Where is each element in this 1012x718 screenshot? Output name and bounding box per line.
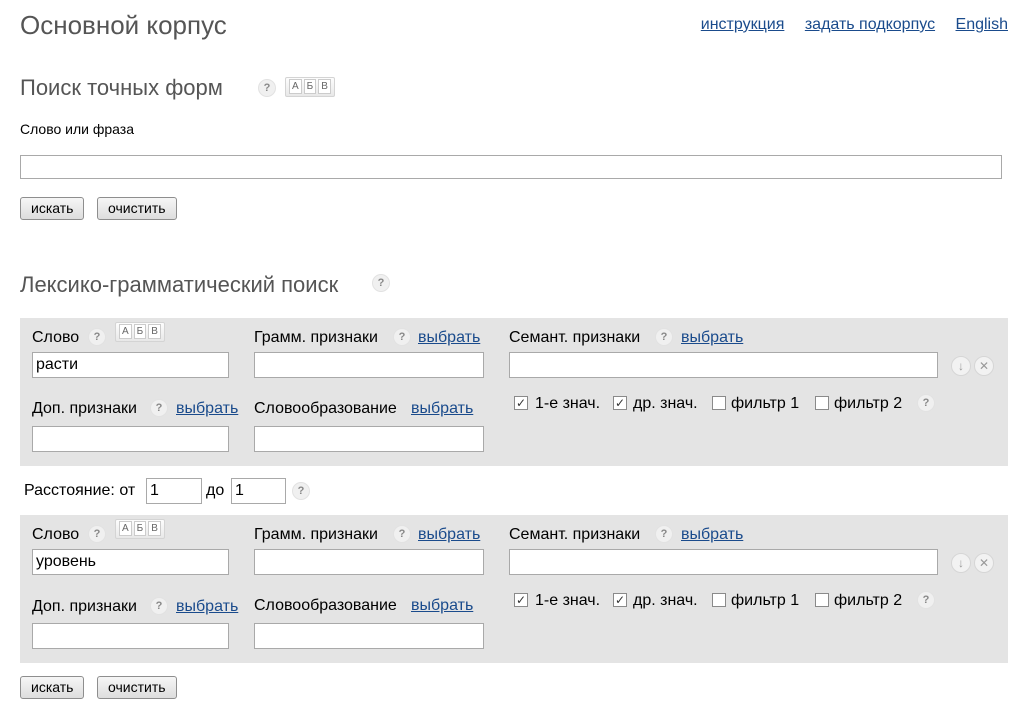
checkbox-label: фильтр 2 (834, 395, 903, 412)
instruction-link[interactable]: инструкция (701, 16, 785, 33)
filter-help-icon[interactable]: ? (917, 591, 935, 609)
keyboard-icon[interactable]: АБВ (115, 519, 165, 539)
subcorpus-link[interactable]: задать подкорпус (805, 16, 935, 33)
sem-choose-link[interactable]: выбрать (681, 526, 743, 544)
sem-help-icon[interactable]: ? (655, 328, 673, 346)
distance-to-label: до (206, 482, 225, 499)
word-block-2: Слово ? АБВ Грамм. признаки ? выбрать Се… (20, 515, 1008, 663)
gram-help-icon[interactable]: ? (393, 525, 411, 543)
checkbox-other-meaning[interactable]: ✓ (613, 593, 627, 607)
lexgram-search-title: Лексико-грамматический поиск (20, 272, 339, 297)
checkbox-label: фильтр 1 (731, 395, 800, 412)
checkbox-filter-1[interactable] (712, 396, 726, 410)
gram-choose-link[interactable]: выбрать (418, 526, 480, 544)
distance-help-icon[interactable]: ? (292, 482, 310, 500)
page-title: Основной корпус (20, 10, 227, 40)
filter-help-icon[interactable]: ? (917, 394, 935, 412)
gram-input[interactable] (254, 352, 484, 378)
close-icon[interactable]: ✕ (974, 553, 994, 573)
add-label: Доп. признаки (32, 400, 137, 417)
exact-search-button[interactable]: искать (20, 197, 85, 220)
gram-label: Грамм. признаки (254, 329, 378, 346)
add-choose-link[interactable]: выбрать (176, 400, 238, 418)
arrow-down-icon[interactable]: ↓ (951, 553, 971, 573)
checkbox-label: фильтр 1 (731, 592, 800, 609)
close-icon[interactable]: ✕ (974, 356, 994, 376)
distance-from-input[interactable] (146, 478, 202, 504)
distance-to-input[interactable] (231, 478, 286, 504)
checkbox-first-meaning[interactable]: ✓ (514, 396, 528, 410)
english-link[interactable]: English (956, 16, 1008, 33)
exact-search-input[interactable] (20, 155, 1002, 179)
keyboard-icon[interactable]: АБВ (115, 322, 165, 342)
word-help-icon[interactable]: ? (88, 328, 106, 346)
add-help-icon[interactable]: ? (150, 597, 168, 615)
word-label: Слово (32, 526, 80, 543)
deriv-choose-link[interactable]: выбрать (411, 597, 473, 615)
lexgram-search-button[interactable]: искать (20, 676, 85, 699)
exact-field-label: Слово или фраза (20, 121, 135, 137)
add-input[interactable] (32, 426, 229, 452)
gram-help-icon[interactable]: ? (393, 328, 411, 346)
deriv-input[interactable] (254, 426, 484, 452)
sem-label: Семант. признаки (509, 526, 641, 543)
add-help-icon[interactable]: ? (150, 399, 168, 417)
sem-choose-link[interactable]: выбрать (681, 329, 743, 347)
exact-clear-button[interactable]: очистить (97, 197, 177, 220)
sem-label: Семант. признаки (509, 329, 641, 346)
gram-choose-link[interactable]: выбрать (418, 329, 480, 347)
gram-label: Грамм. признаки (254, 526, 378, 543)
sem-input[interactable] (509, 549, 938, 575)
distance-label: Расстояние: от (24, 482, 136, 499)
word-help-icon[interactable]: ? (88, 525, 106, 543)
checkbox-filter-2[interactable] (815, 593, 829, 607)
deriv-input[interactable] (254, 623, 484, 649)
sem-input[interactable] (509, 352, 938, 378)
checkbox-label: 1-е знач. (535, 395, 601, 412)
deriv-label: Словообразование (254, 400, 397, 417)
sem-help-icon[interactable]: ? (655, 525, 673, 543)
keyboard-icon[interactable]: АБВ (285, 77, 335, 97)
gram-input[interactable] (254, 549, 484, 575)
add-choose-link[interactable]: выбрать (176, 598, 238, 616)
checkbox-first-meaning[interactable]: ✓ (514, 593, 528, 607)
checkbox-label: 1-е знач. (535, 592, 601, 609)
lexgram-clear-button[interactable]: очистить (97, 676, 177, 699)
add-input[interactable] (32, 623, 229, 649)
word-block-1: Слово ? АБВ Грамм. признаки ? выбрать Се… (20, 318, 1008, 466)
arrow-down-icon[interactable]: ↓ (951, 356, 971, 376)
word-input[interactable] (32, 352, 229, 378)
exact-search-title: Поиск точных форм (20, 75, 223, 100)
top-links: инструкция задать подкорпус English (685, 16, 1008, 34)
checkbox-filter-2[interactable] (815, 396, 829, 410)
word-label: Слово (32, 329, 80, 346)
checkbox-label: др. знач. (633, 592, 698, 609)
deriv-label: Словообразование (254, 597, 397, 614)
checkbox-filter-1[interactable] (712, 593, 726, 607)
checkbox-other-meaning[interactable]: ✓ (613, 396, 627, 410)
deriv-choose-link[interactable]: выбрать (411, 400, 473, 418)
lexgram-help-icon[interactable]: ? (372, 274, 390, 292)
word-input[interactable] (32, 549, 229, 575)
add-label: Доп. признаки (32, 598, 137, 615)
exact-help-icon[interactable]: ? (258, 79, 276, 97)
checkbox-label: др. знач. (633, 395, 698, 412)
checkbox-label: фильтр 2 (834, 592, 903, 609)
